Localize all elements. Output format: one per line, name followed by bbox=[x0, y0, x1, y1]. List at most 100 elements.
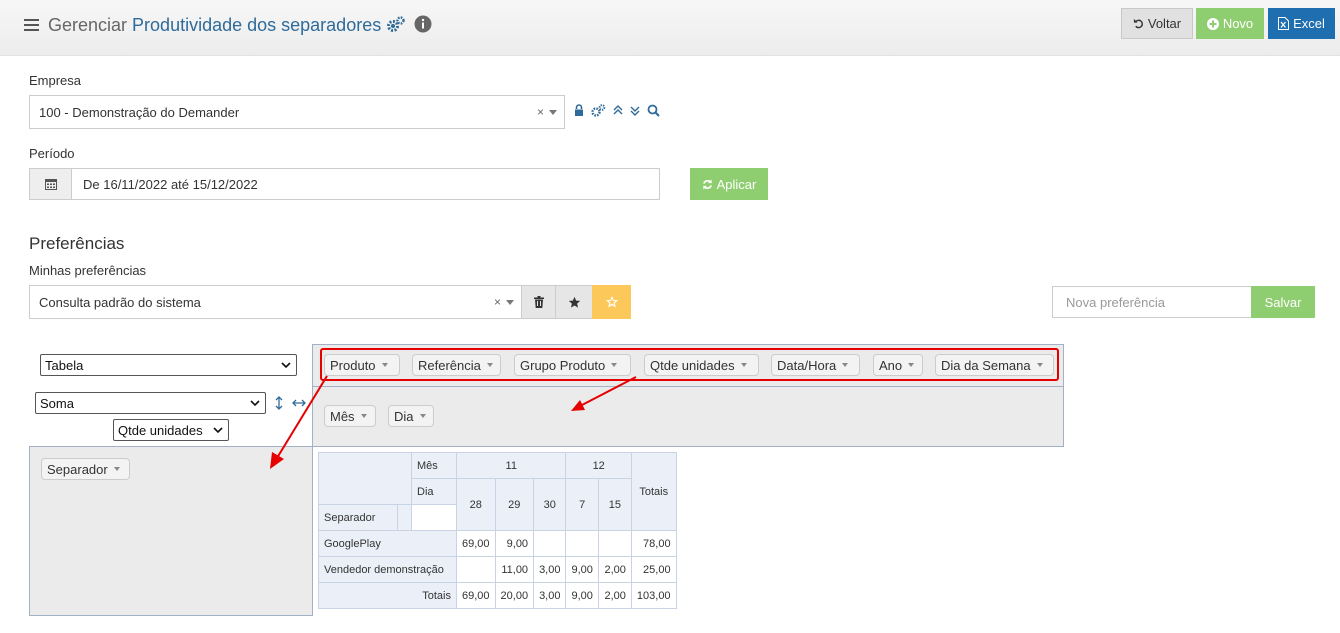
empresa-clear-icon[interactable]: × bbox=[537, 105, 544, 119]
double-chevron-down-icon[interactable] bbox=[630, 104, 640, 117]
value-cell: 11,00 bbox=[494, 556, 535, 583]
attr-label: Ano bbox=[879, 357, 903, 373]
voltar-label: Voltar bbox=[1147, 16, 1182, 31]
triangle-down-icon[interactable] bbox=[611, 363, 618, 367]
totals-header: Totais bbox=[630, 452, 677, 531]
empty-header-cell bbox=[397, 504, 412, 531]
chevron-down-icon[interactable] bbox=[549, 110, 557, 115]
col-order-icon[interactable] bbox=[292, 398, 306, 408]
attr-pill-qtde-unidades[interactable]: Qtde unidades bbox=[644, 354, 759, 376]
table-row: GooglePlay 69,00 9,00 78,00 bbox=[318, 530, 677, 557]
periodo-value: De 16/11/2022 até 15/12/2022 bbox=[83, 177, 258, 192]
gears-icon[interactable] bbox=[386, 16, 405, 33]
voltar-button[interactable]: Voltar bbox=[1121, 8, 1193, 39]
attr-pill-separador[interactable]: Separador bbox=[41, 458, 130, 480]
attr-pill-data-hora[interactable]: Data/Hora bbox=[771, 354, 860, 376]
attr-pill-ano[interactable]: Ano bbox=[873, 354, 923, 376]
col-total-cell: 2,00 bbox=[597, 582, 632, 609]
day-header: 29 bbox=[494, 478, 535, 531]
star-icon bbox=[568, 296, 580, 308]
triangle-down-icon[interactable] bbox=[381, 363, 388, 367]
attr-label: Dia bbox=[394, 408, 414, 424]
attr-label: Grupo Produto bbox=[520, 357, 606, 373]
excel-button[interactable]: Excel bbox=[1268, 8, 1335, 39]
aggregator-field-select[interactable]: Qtde unidades bbox=[113, 419, 229, 441]
file-excel-icon bbox=[1278, 17, 1290, 30]
aplicar-label: Aplicar bbox=[716, 176, 757, 192]
salvar-button[interactable]: Salvar bbox=[1251, 286, 1315, 318]
attr-label: Dia da Semana bbox=[941, 357, 1031, 373]
aplicar-button[interactable]: Aplicar bbox=[690, 168, 768, 200]
triangle-down-icon[interactable] bbox=[486, 363, 493, 367]
day-header: 15 bbox=[597, 478, 632, 531]
totals-row-label: Totais bbox=[318, 582, 457, 609]
day-header: 28 bbox=[456, 478, 496, 531]
chevron-down-icon bbox=[250, 400, 260, 407]
chevron-down-icon bbox=[213, 427, 223, 434]
periodo-date-range[interactable]: De 16/11/2022 até 15/12/2022 bbox=[29, 168, 660, 200]
totals-row: Totais 69,00 20,00 3,00 9,00 2,00 103,00 bbox=[318, 582, 677, 609]
favorite-preference-button[interactable] bbox=[555, 285, 593, 319]
lock-icon[interactable] bbox=[574, 104, 584, 117]
separador-row-header: Separador bbox=[317, 504, 399, 531]
pivot-axis-header bbox=[318, 452, 412, 505]
attr-pill-mes[interactable]: Mês bbox=[324, 405, 376, 427]
plus-circle-icon bbox=[1206, 17, 1219, 30]
dia-header: Dia bbox=[411, 478, 457, 505]
renderer-select[interactable]: Tabela bbox=[40, 354, 297, 376]
chevron-down-icon bbox=[281, 362, 291, 369]
attr-pill-dia-da-semana[interactable]: Dia da Semana bbox=[935, 354, 1054, 376]
calendar-icon bbox=[44, 179, 57, 190]
delete-preference-button[interactable] bbox=[521, 285, 556, 319]
triangle-down-icon[interactable] bbox=[740, 363, 747, 367]
row-total-cell: 25,00 bbox=[630, 556, 677, 583]
triangle-down-icon[interactable] bbox=[113, 467, 120, 471]
refresh-icon bbox=[702, 178, 712, 190]
empresa-select[interactable]: 100 - Demonstração do Demander × bbox=[29, 95, 565, 129]
value-cell: 2,00 bbox=[597, 556, 632, 583]
aggregator-field-value: Qtde unidades bbox=[118, 422, 203, 438]
triangle-down-icon[interactable] bbox=[908, 363, 915, 367]
gears-icon[interactable] bbox=[591, 104, 606, 117]
page-header: Gerenciar Produtividade dos separadores … bbox=[0, 0, 1340, 56]
col-total-cell: 69,00 bbox=[456, 582, 496, 609]
attr-pill-grupo-produto[interactable]: Grupo Produto bbox=[514, 354, 631, 376]
hamburger-menu-icon[interactable] bbox=[24, 19, 39, 31]
preferencia-value: Consulta padrão do sistema bbox=[39, 294, 201, 310]
row-label: Vendedor demonstração bbox=[318, 556, 457, 583]
month-header: 12 bbox=[565, 452, 632, 479]
aggregator-select[interactable]: Soma bbox=[35, 392, 266, 414]
title-main: Produtividade dos separadores bbox=[132, 15, 382, 35]
attr-pill-referencia[interactable]: Referência bbox=[412, 354, 501, 376]
novo-button[interactable]: Novo bbox=[1196, 8, 1264, 39]
attr-pill-dia[interactable]: Dia bbox=[388, 405, 434, 427]
info-icon[interactable] bbox=[414, 15, 432, 33]
attr-pill-produto[interactable]: Produto bbox=[324, 354, 400, 376]
col-total-cell: 3,00 bbox=[533, 582, 567, 609]
undo-icon bbox=[1133, 18, 1143, 29]
preferencia-clear-icon[interactable]: × bbox=[494, 295, 501, 309]
value-cell bbox=[565, 530, 599, 557]
row-label: GooglePlay bbox=[318, 530, 457, 557]
value-cell: 69,00 bbox=[456, 530, 496, 557]
double-chevron-up-icon[interactable] bbox=[613, 104, 623, 117]
preferencias-title: Preferências bbox=[29, 234, 125, 253]
triangle-down-icon[interactable] bbox=[419, 414, 426, 418]
calendar-addon[interactable] bbox=[30, 169, 72, 199]
triangle-down-icon[interactable] bbox=[842, 363, 849, 367]
attr-label: Referência bbox=[418, 357, 481, 373]
default-preference-button[interactable] bbox=[592, 285, 631, 319]
month-header: 11 bbox=[455, 452, 567, 479]
row-order-icon[interactable] bbox=[274, 396, 284, 410]
attr-label: Separador bbox=[47, 461, 108, 477]
attr-label: Mês bbox=[330, 408, 355, 424]
attr-label: Data/Hora bbox=[777, 357, 837, 373]
preferencia-select[interactable]: Consulta padrão do sistema × bbox=[29, 285, 522, 319]
triangle-down-icon[interactable] bbox=[360, 414, 367, 418]
chevron-down-icon[interactable] bbox=[506, 300, 514, 305]
pivot-table: Mês 11 12 Totais Dia 28 29 30 7 15 Separ… bbox=[317, 452, 677, 609]
nova-preferencia-input[interactable] bbox=[1052, 286, 1252, 318]
excel-label: Excel bbox=[1293, 16, 1325, 31]
triangle-down-icon[interactable] bbox=[1036, 363, 1043, 367]
search-icon[interactable] bbox=[647, 104, 660, 117]
